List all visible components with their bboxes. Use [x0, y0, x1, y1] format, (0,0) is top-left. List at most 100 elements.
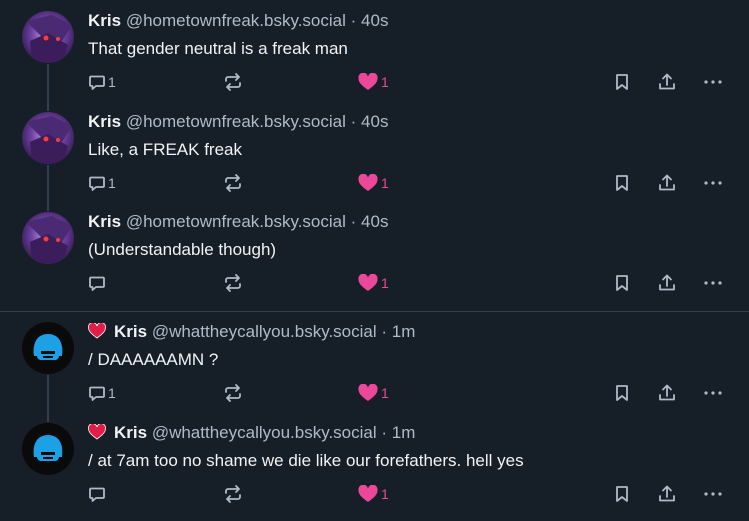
- reply-button[interactable]: 1: [88, 71, 116, 93]
- share-button[interactable]: [658, 71, 676, 93]
- author-handle[interactable]: @hometownfreak.bsky.social: [126, 112, 346, 131]
- timestamp[interactable]: 1m: [392, 322, 416, 341]
- bookmark-button[interactable]: [614, 483, 630, 505]
- like-button[interactable]: 1: [358, 382, 389, 404]
- repost-button[interactable]: [223, 71, 245, 93]
- like-count: 1: [381, 486, 389, 502]
- post-text: That gender neutral is a freak man: [88, 39, 348, 58]
- reply-button[interactable]: [88, 272, 108, 294]
- post-text: Like, a FREAK freak: [88, 140, 243, 159]
- like-count: 1: [381, 175, 389, 191]
- avatar[interactable]: [22, 11, 74, 63]
- post-header: Kris @hometownfreak.bsky.social · 40s: [88, 10, 388, 32]
- bookmark-button[interactable]: [614, 172, 630, 194]
- reply-count: 1: [108, 175, 116, 191]
- post-actions: 1 1: [0, 71, 749, 93]
- like-icon: [358, 274, 378, 291]
- more-icon: [704, 391, 722, 395]
- post-actions: 1: [0, 272, 749, 294]
- author-name[interactable]: Kris: [88, 11, 121, 30]
- repost-button[interactable]: [223, 172, 245, 194]
- post-actions: 1 1: [0, 382, 749, 404]
- author-name[interactable]: Kris: [88, 212, 121, 231]
- bookmark-button[interactable]: [614, 382, 630, 404]
- reply-button[interactable]: 1: [88, 172, 116, 194]
- post-header: Kris @whattheycallyou.bsky.social · 1m: [88, 321, 415, 343]
- share-icon: [659, 274, 675, 291]
- timestamp[interactable]: 40s: [361, 112, 388, 131]
- reply-button[interactable]: [88, 483, 108, 505]
- reply-button[interactable]: 1: [88, 382, 116, 404]
- repost-icon: [225, 73, 241, 91]
- more-icon: [704, 181, 722, 185]
- author-handle[interactable]: @whattheycallyou.bsky.social: [152, 322, 377, 341]
- like-count: 1: [381, 275, 389, 291]
- reply-count: 1: [108, 385, 116, 401]
- share-icon: [659, 73, 675, 90]
- reply-icon: [89, 487, 105, 502]
- more-options-button[interactable]: [703, 483, 723, 505]
- share-button[interactable]: [658, 483, 676, 505]
- more-icon: [704, 492, 722, 496]
- avatar[interactable]: [22, 423, 74, 475]
- post-header: Kris @hometownfreak.bsky.social · 40s: [88, 111, 388, 133]
- bookmark-button[interactable]: [614, 272, 630, 294]
- thread-line: [47, 100, 49, 111]
- avatar[interactable]: [22, 112, 74, 164]
- reply-icon: [89, 75, 105, 90]
- like-count: 1: [381, 385, 389, 401]
- reply-icon: [89, 386, 105, 401]
- like-button[interactable]: 1: [358, 483, 389, 505]
- author-name[interactable]: Kris: [114, 423, 147, 442]
- post[interactable]: Kris @hometownfreak.bsky.social · 40s Li…: [0, 100, 749, 202]
- bookmark-icon: [616, 275, 628, 291]
- more-options-button[interactable]: [703, 71, 723, 93]
- avatar[interactable]: [22, 212, 74, 264]
- timestamp[interactable]: 40s: [361, 212, 388, 231]
- like-icon: [358, 384, 378, 401]
- more-icon: [704, 281, 722, 285]
- thread-line: [47, 200, 49, 211]
- separator: ·: [381, 322, 388, 341]
- like-button[interactable]: 1: [358, 71, 389, 93]
- more-icon: [704, 80, 722, 84]
- author-handle[interactable]: @hometownfreak.bsky.social: [126, 212, 346, 231]
- post[interactable]: Kris @hometownfreak.bsky.social · 40s Th…: [0, 0, 749, 102]
- post[interactable]: Kris @whattheycallyou.bsky.social · 1m /…: [0, 311, 749, 413]
- share-button[interactable]: [658, 272, 676, 294]
- repost-icon: [225, 485, 241, 503]
- author-handle[interactable]: @hometownfreak.bsky.social: [126, 11, 346, 30]
- avatar[interactable]: [22, 322, 74, 374]
- share-button[interactable]: [658, 172, 676, 194]
- author-name[interactable]: Kris: [88, 112, 121, 131]
- post-header: Kris @hometownfreak.bsky.social · 40s: [88, 211, 388, 233]
- timestamp[interactable]: 40s: [361, 11, 388, 30]
- post-text: / DAAAAAAMN ?: [88, 350, 219, 369]
- reply-icon: [89, 176, 105, 191]
- repost-button[interactable]: [223, 382, 245, 404]
- more-options-button[interactable]: [703, 382, 723, 404]
- share-button[interactable]: [658, 382, 676, 404]
- like-button[interactable]: 1: [358, 172, 389, 194]
- bookmark-button[interactable]: [614, 71, 630, 93]
- repost-icon: [225, 384, 241, 402]
- bookmark-icon: [616, 486, 628, 502]
- share-icon: [659, 485, 675, 502]
- author-handle[interactable]: @whattheycallyou.bsky.social: [152, 423, 377, 442]
- like-count: 1: [381, 74, 389, 90]
- author-name[interactable]: Kris: [114, 322, 147, 341]
- more-options-button[interactable]: [703, 172, 723, 194]
- separator: ·: [350, 11, 357, 30]
- repost-button[interactable]: [223, 272, 245, 294]
- bookmark-icon: [616, 175, 628, 191]
- separator: ·: [350, 212, 357, 231]
- post-text: / at 7am too no shame we die like our fo…: [88, 451, 524, 470]
- post[interactable]: Kris @whattheycallyou.bsky.social · 1m /…: [0, 411, 749, 521]
- like-button[interactable]: 1: [358, 272, 389, 294]
- repost-button[interactable]: [223, 483, 245, 505]
- more-options-button[interactable]: [703, 272, 723, 294]
- post[interactable]: Kris @hometownfreak.bsky.social · 40s (U…: [0, 200, 749, 311]
- timestamp[interactable]: 1m: [392, 423, 416, 442]
- like-icon: [358, 73, 378, 90]
- separator: ·: [381, 423, 388, 442]
